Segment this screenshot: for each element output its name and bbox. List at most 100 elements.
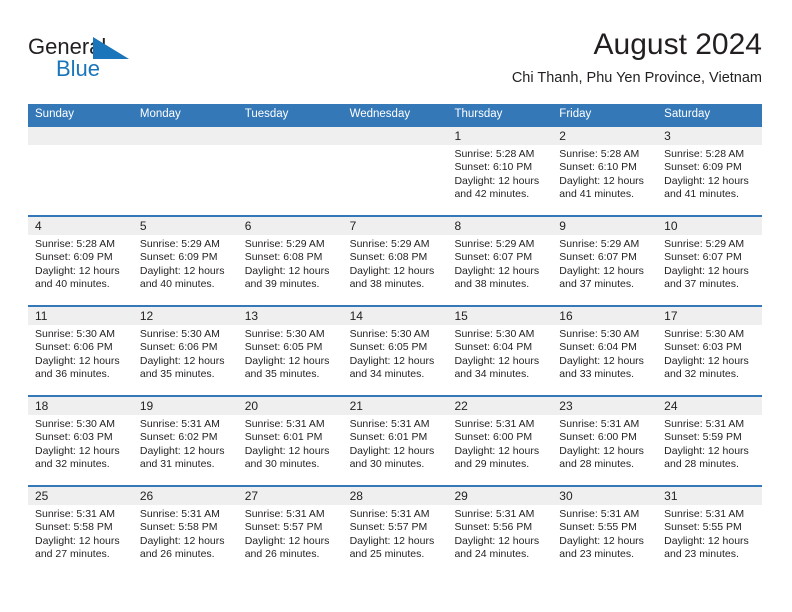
day-cell[interactable] bbox=[28, 145, 133, 215]
weekday-header-monday: Monday bbox=[139, 108, 181, 120]
daylight-text-1: Daylight: 12 hours bbox=[664, 174, 749, 187]
daylight-text-2: and 34 minutes. bbox=[454, 368, 530, 381]
sunset-text: Sunset: 5:55 PM bbox=[664, 521, 742, 534]
day-number: 9 bbox=[559, 219, 566, 233]
day-number: 11 bbox=[35, 309, 48, 323]
weekday-header-sunday: Sunday bbox=[35, 108, 75, 120]
sunset-text: Sunset: 6:08 PM bbox=[349, 251, 428, 264]
day-cell[interactable] bbox=[343, 145, 448, 215]
sunset-text: Sunset: 6:09 PM bbox=[664, 161, 742, 174]
daylight-text-2: and 27 minutes. bbox=[35, 548, 110, 561]
day-cell[interactable]: Sunrise: 5:31 AM Sunset: 6:01 PM Dayligh… bbox=[343, 415, 448, 485]
day-cell[interactable]: Sunrise: 5:30 AM Sunset: 6:03 PM Dayligh… bbox=[28, 415, 133, 485]
day-cell[interactable]: Sunrise: 5:30 AM Sunset: 6:04 PM Dayligh… bbox=[552, 325, 657, 395]
day-cell[interactable]: Sunrise: 5:28 AM Sunset: 6:10 PM Dayligh… bbox=[552, 145, 657, 215]
sunrise-text: Sunrise: 5:31 AM bbox=[139, 508, 220, 520]
day-cell[interactable]: Sunrise: 5:29 AM Sunset: 6:07 PM Dayligh… bbox=[657, 235, 762, 305]
week-date-band: 11 12 13 14 15 16 17 bbox=[28, 307, 762, 325]
sunrise-text: Sunrise: 5:29 AM bbox=[349, 238, 430, 250]
day-number: 20 bbox=[244, 399, 259, 413]
day-number: 30 bbox=[559, 489, 573, 503]
general-blue-logo[interactable]: General Blue bbox=[28, 34, 168, 92]
day-number bbox=[238, 127, 343, 145]
daylight-text-2: and 26 minutes. bbox=[139, 548, 215, 561]
day-cell[interactable]: Sunrise: 5:29 AM Sunset: 6:09 PM Dayligh… bbox=[133, 235, 238, 305]
day-cell[interactable]: Sunrise: 5:31 AM Sunset: 5:56 PM Dayligh… bbox=[447, 505, 552, 575]
day-cell[interactable]: Sunrise: 5:28 AM Sunset: 6:10 PM Dayligh… bbox=[447, 145, 552, 215]
day-number: 24 bbox=[664, 399, 678, 413]
week-date-band: 18 19 20 21 22 23 24 bbox=[28, 397, 762, 415]
day-cell[interactable]: Sunrise: 5:31 AM Sunset: 5:55 PM Dayligh… bbox=[552, 505, 657, 575]
sunrise-text: Sunrise: 5:29 AM bbox=[244, 238, 325, 250]
day-cell[interactable]: Sunrise: 5:28 AM Sunset: 6:09 PM Dayligh… bbox=[657, 145, 762, 215]
day-cell[interactable]: Sunrise: 5:30 AM Sunset: 6:06 PM Dayligh… bbox=[28, 325, 133, 395]
day-cell[interactable]: Sunrise: 5:28 AM Sunset: 6:09 PM Dayligh… bbox=[28, 235, 133, 305]
daylight-text-2: and 34 minutes. bbox=[349, 368, 425, 381]
sunset-text: Sunset: 6:04 PM bbox=[454, 341, 533, 354]
day-cell[interactable]: Sunrise: 5:31 AM Sunset: 5:57 PM Dayligh… bbox=[238, 505, 343, 575]
daylight-text-2: and 32 minutes. bbox=[35, 458, 110, 471]
sunset-text: Sunset: 5:56 PM bbox=[454, 521, 533, 534]
week-body: Sunrise: 5:28 AM Sunset: 6:09 PM Dayligh… bbox=[28, 235, 762, 305]
sunrise-text: Sunrise: 5:31 AM bbox=[454, 508, 535, 520]
daylight-text-2: and 40 minutes. bbox=[35, 278, 110, 291]
daylight-text-2: and 39 minutes. bbox=[244, 278, 320, 291]
daylight-text-2: and 24 minutes. bbox=[454, 548, 530, 561]
day-cell[interactable]: Sunrise: 5:30 AM Sunset: 6:03 PM Dayligh… bbox=[657, 325, 762, 395]
day-cell[interactable]: Sunrise: 5:31 AM Sunset: 6:00 PM Dayligh… bbox=[447, 415, 552, 485]
sunrise-text: Sunrise: 5:30 AM bbox=[349, 328, 430, 340]
day-cell[interactable]: Sunrise: 5:30 AM Sunset: 6:04 PM Dayligh… bbox=[447, 325, 552, 395]
week-date-band: 1 2 3 bbox=[28, 127, 762, 145]
day-number: 8 bbox=[454, 219, 462, 233]
daylight-text-1: Daylight: 12 hours bbox=[454, 264, 540, 277]
daylight-text-1: Daylight: 12 hours bbox=[559, 444, 644, 457]
daylight-text-1: Daylight: 12 hours bbox=[35, 534, 120, 547]
day-cell[interactable]: Sunrise: 5:31 AM Sunset: 6:02 PM Dayligh… bbox=[133, 415, 238, 485]
sunrise-text: Sunrise: 5:30 AM bbox=[244, 328, 325, 340]
day-cell[interactable]: Sunrise: 5:31 AM Sunset: 5:55 PM Dayligh… bbox=[657, 505, 762, 575]
day-cell[interactable]: Sunrise: 5:31 AM Sunset: 5:59 PM Dayligh… bbox=[657, 415, 762, 485]
daylight-text-2: and 28 minutes. bbox=[559, 458, 635, 471]
day-cell[interactable]: Sunrise: 5:30 AM Sunset: 6:05 PM Dayligh… bbox=[238, 325, 343, 395]
week-row: 18 19 20 21 22 23 24 Sunrise: 5:30 AM Su… bbox=[28, 395, 762, 485]
day-cell[interactable]: Sunrise: 5:31 AM Sunset: 6:00 PM Dayligh… bbox=[552, 415, 657, 485]
day-cell[interactable]: Sunrise: 5:31 AM Sunset: 5:58 PM Dayligh… bbox=[28, 505, 133, 575]
calendar-grid: Sunday Monday Tuesday Wednesday Thursday… bbox=[28, 104, 762, 575]
daylight-text-2: and 32 minutes. bbox=[664, 368, 739, 381]
day-cell[interactable]: Sunrise: 5:30 AM Sunset: 6:06 PM Dayligh… bbox=[133, 325, 238, 395]
daylight-text-1: Daylight: 12 hours bbox=[139, 354, 225, 367]
week-row: 1 2 3 Sunrise: 5:28 AM Sunset: 6:10 PM D… bbox=[28, 125, 762, 215]
daylight-text-2: and 36 minutes. bbox=[35, 368, 110, 381]
daylight-text-1: Daylight: 12 hours bbox=[244, 444, 330, 457]
sunset-text: Sunset: 6:08 PM bbox=[244, 251, 323, 264]
day-cell[interactable]: Sunrise: 5:30 AM Sunset: 6:05 PM Dayligh… bbox=[343, 325, 448, 395]
day-number: 23 bbox=[559, 399, 573, 413]
day-cell[interactable]: Sunrise: 5:31 AM Sunset: 5:58 PM Dayligh… bbox=[133, 505, 238, 575]
day-cell[interactable]: Sunrise: 5:31 AM Sunset: 5:57 PM Dayligh… bbox=[343, 505, 448, 575]
daylight-text-2: and 23 minutes. bbox=[664, 548, 739, 561]
day-cell[interactable] bbox=[133, 145, 238, 215]
sunrise-text: Sunrise: 5:29 AM bbox=[139, 238, 220, 250]
day-cell[interactable]: Sunrise: 5:29 AM Sunset: 6:07 PM Dayligh… bbox=[552, 235, 657, 305]
day-cell[interactable]: Sunrise: 5:29 AM Sunset: 6:08 PM Dayligh… bbox=[238, 235, 343, 305]
day-cell[interactable] bbox=[238, 145, 343, 215]
sunrise-text: Sunrise: 5:31 AM bbox=[454, 418, 535, 430]
weekday-header-friday: Friday bbox=[559, 108, 592, 120]
day-number: 14 bbox=[349, 309, 363, 323]
week-body: Sunrise: 5:28 AM Sunset: 6:10 PM Dayligh… bbox=[28, 145, 762, 215]
week-row: 25 26 27 28 29 30 31 Sunrise: 5:31 AM Su… bbox=[28, 485, 762, 575]
calendar-page: General Blue August 2024 Chi Thanh, Phu … bbox=[0, 0, 792, 612]
sunset-text: Sunset: 6:07 PM bbox=[454, 251, 533, 264]
sunrise-text: Sunrise: 5:29 AM bbox=[559, 238, 640, 250]
day-cell[interactable]: Sunrise: 5:29 AM Sunset: 6:08 PM Dayligh… bbox=[343, 235, 448, 305]
sunset-text: Sunset: 6:07 PM bbox=[664, 251, 742, 264]
sunrise-text: Sunrise: 5:28 AM bbox=[559, 148, 640, 160]
daylight-text-2: and 25 minutes. bbox=[349, 548, 425, 561]
daylight-text-2: and 30 minutes. bbox=[244, 458, 320, 471]
day-cell[interactable]: Sunrise: 5:31 AM Sunset: 6:01 PM Dayligh… bbox=[238, 415, 343, 485]
week-row: 4 5 6 7 8 9 10 Sunrise: 5:28 AM Sunset: … bbox=[28, 215, 762, 305]
day-cell[interactable]: Sunrise: 5:29 AM Sunset: 6:07 PM Dayligh… bbox=[447, 235, 552, 305]
daylight-text-1: Daylight: 12 hours bbox=[559, 264, 644, 277]
week-body: Sunrise: 5:30 AM Sunset: 6:06 PM Dayligh… bbox=[28, 325, 762, 395]
sunrise-text: Sunrise: 5:28 AM bbox=[664, 148, 745, 160]
